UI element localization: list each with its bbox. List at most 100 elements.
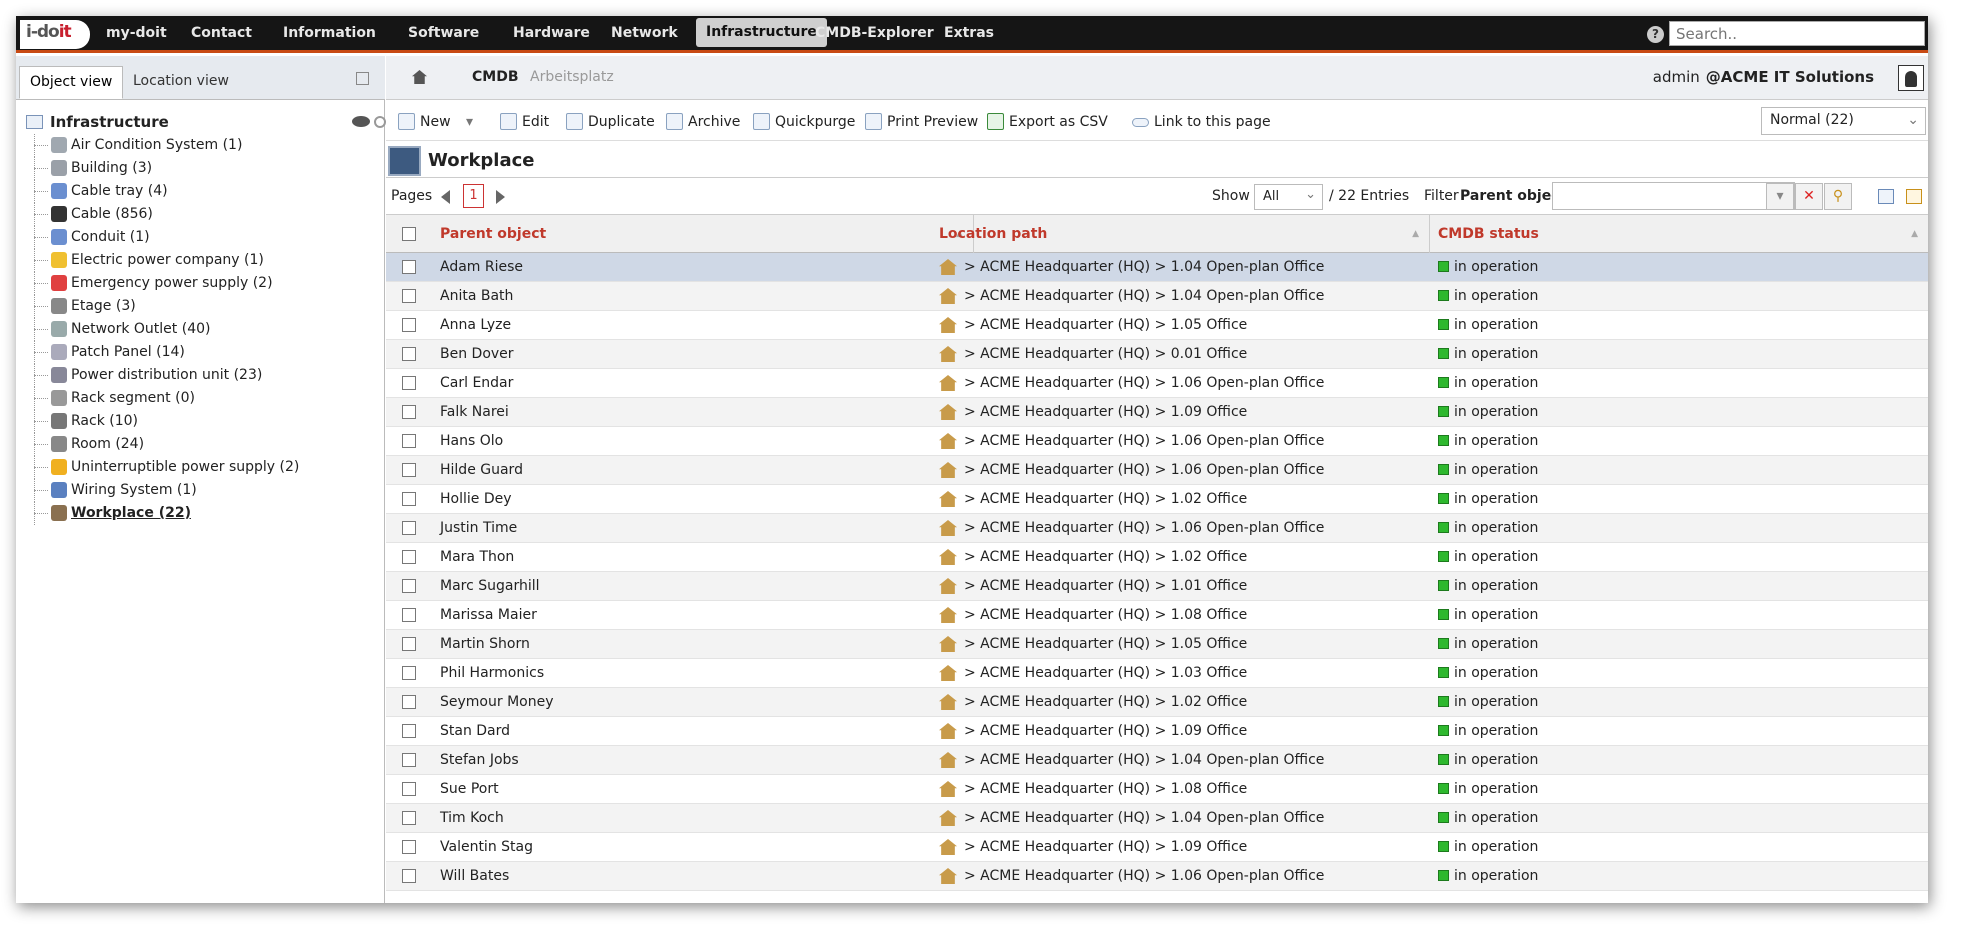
cell-parent-object[interactable]: Hollie Dey [440, 485, 512, 514]
tree-item[interactable]: Building (3) [24, 157, 379, 180]
cell-parent-object[interactable]: Anita Bath [440, 282, 513, 311]
cell-parent-object[interactable]: Adam Riese [440, 253, 523, 282]
tree-item[interactable]: Uninterruptible power supply (2) [24, 456, 379, 479]
table-row[interactable]: Hans Olo > ACME Headquarter (HQ) > 1.06 O… [386, 427, 1928, 456]
print-preview-button[interactable]: Print Preview [865, 112, 978, 132]
tree-item[interactable]: Rack segment (0) [24, 387, 379, 410]
table-row[interactable]: Justin Time > ACME Headquarter (HQ) > 1.0… [386, 514, 1928, 543]
tree-item[interactable]: Cable tray (4) [24, 180, 379, 203]
nav-my-doit[interactable]: my-doit [96, 16, 177, 50]
table-row[interactable]: Ben Dover > ACME Headquarter (HQ) > 0.01 … [386, 340, 1928, 369]
table-row[interactable]: Falk Narei > ACME Headquarter (HQ) > 1.09… [386, 398, 1928, 427]
cell-parent-object[interactable]: Martin Shorn [440, 630, 530, 659]
nav-information[interactable]: Information [273, 16, 386, 50]
tree-item[interactable]: Patch Panel (14) [24, 341, 379, 364]
cell-parent-object[interactable]: Phil Harmonics [440, 659, 544, 688]
table-row[interactable]: Will Bates > ACME Headquarter (HQ) > 1.06… [386, 862, 1928, 891]
table-row[interactable]: Anita Bath > ACME Headquarter (HQ) > 1.04… [386, 282, 1928, 311]
row-checkbox[interactable] [402, 869, 416, 883]
cell-parent-object[interactable]: Valentin Stag [440, 833, 533, 862]
table-row[interactable]: Marissa Maier > ACME Headquarter (HQ) > 1… [386, 601, 1928, 630]
eye-icon[interactable] [352, 116, 370, 127]
table-row[interactable]: Adam Riese > ACME Headquarter (HQ) > 1.04… [386, 253, 1928, 282]
tree-item[interactable]: Cable (856) [24, 203, 379, 226]
row-checkbox[interactable] [402, 347, 416, 361]
row-checkbox[interactable] [402, 753, 416, 767]
row-checkbox[interactable] [402, 782, 416, 796]
cell-parent-object[interactable]: Tim Koch [440, 804, 504, 833]
new-button[interactable]: New [398, 112, 451, 132]
nav-hardware[interactable]: Hardware [503, 16, 600, 50]
page-number[interactable]: 1 [463, 184, 484, 208]
duplicate-button[interactable]: Duplicate [566, 112, 655, 132]
row-checkbox[interactable] [402, 376, 416, 390]
export-csv-button[interactable]: Export as CSV [987, 112, 1108, 132]
table-row[interactable]: Seymour Money > ACME Headquarter (HQ) > 1… [386, 688, 1928, 717]
i-doit-logo[interactable]: i-doit [20, 20, 90, 49]
nav-network[interactable]: Network [601, 16, 688, 50]
tree-root[interactable]: Infrastructure [24, 112, 386, 134]
filter-dropdown-icon[interactable]: ▾ [1766, 183, 1794, 210]
row-checkbox[interactable] [402, 463, 416, 477]
nav-extras[interactable]: Extras [934, 16, 1004, 50]
table-row[interactable]: Hollie Dey > ACME Headquarter (HQ) > 1.02… [386, 485, 1928, 514]
new-dropdown-icon[interactable]: ▾ [466, 112, 473, 132]
cell-parent-object[interactable]: Hilde Guard [440, 456, 523, 485]
home-icon[interactable] [412, 70, 427, 84]
table-row[interactable]: Anna Lyze > ACME Headquarter (HQ) > 1.05 … [386, 311, 1928, 340]
row-checkbox[interactable] [402, 666, 416, 680]
cell-parent-object[interactable]: Sue Port [440, 775, 499, 804]
row-checkbox[interactable] [402, 492, 416, 506]
breadcrumb-cmdb[interactable]: CMDB [472, 69, 519, 85]
tab-location-view[interactable]: Location view [123, 66, 239, 99]
tree-item[interactable]: Etage (3) [24, 295, 379, 318]
tree-item[interactable]: Emergency power supply (2) [24, 272, 379, 295]
table-row[interactable]: Stefan Jobs > ACME Headquarter (HQ) > 1.0… [386, 746, 1928, 775]
cell-parent-object[interactable]: Seymour Money [440, 688, 553, 717]
table-row[interactable]: Phil Harmonics > ACME Headquarter (HQ) > … [386, 659, 1928, 688]
cell-parent-object[interactable]: Stan Dard [440, 717, 510, 746]
table-row[interactable]: Carl Endar > ACME Headquarter (HQ) > 1.06… [386, 369, 1928, 398]
cell-parent-object[interactable]: Anna Lyze [440, 311, 511, 340]
filter-input[interactable] [1552, 182, 1795, 210]
tree-item[interactable]: Workplace (22) [24, 502, 379, 525]
clear-filter-icon[interactable]: ✕ [1795, 183, 1823, 210]
row-checkbox[interactable] [402, 811, 416, 825]
prev-page-icon[interactable] [441, 190, 450, 204]
avatar[interactable] [1898, 65, 1924, 91]
row-checkbox[interactable] [402, 521, 416, 535]
row-checkbox[interactable] [402, 289, 416, 303]
cell-parent-object[interactable]: Mara Thon [440, 543, 514, 572]
table-row[interactable]: Stan Dard > ACME Headquarter (HQ) > 1.09 … [386, 717, 1928, 746]
tree-item[interactable]: Power distribution unit (23) [24, 364, 379, 387]
tree-item[interactable]: Rack (10) [24, 410, 379, 433]
column-location-path[interactable]: Location path ▲ [933, 215, 1430, 253]
column-parent-object[interactable]: Parent object ▲ [434, 215, 974, 253]
row-checkbox[interactable] [402, 637, 416, 651]
popout-icon[interactable] [356, 72, 369, 85]
help-icon[interactable]: ? [1647, 26, 1664, 43]
row-checkbox[interactable] [402, 579, 416, 593]
tree-item[interactable]: Wiring System (1) [24, 479, 379, 502]
cell-parent-object[interactable]: Carl Endar [440, 369, 513, 398]
search-icon[interactable]: ⚲ [1824, 183, 1852, 210]
table-row[interactable]: Valentin Stag > ACME Headquarter (HQ) > 1… [386, 833, 1928, 862]
table-row[interactable]: Martin Shorn > ACME Headquarter (HQ) > 1.… [386, 630, 1928, 659]
row-checkbox[interactable] [402, 608, 416, 622]
nav-cmdb-explorer[interactable]: CMDB-Explorer [805, 16, 944, 50]
search-icon[interactable] [374, 116, 386, 128]
nav-software[interactable]: Software [398, 16, 489, 50]
tree-item[interactable]: Electric power company (1) [24, 249, 379, 272]
quickpurge-button[interactable]: Quickpurge [753, 112, 855, 132]
row-checkbox[interactable] [402, 318, 416, 332]
row-checkbox[interactable] [402, 724, 416, 738]
view-select[interactable]: Normal (22) ⌄ [1761, 107, 1926, 135]
table-row[interactable]: Mara Thon > ACME Headquarter (HQ) > 1.02 … [386, 543, 1928, 572]
column-cmdb-status[interactable]: CMDB status ▲ [1432, 215, 1928, 253]
table-row[interactable]: Sue Port > ACME Headquarter (HQ) > 1.08 O… [386, 775, 1928, 804]
row-checkbox[interactable] [402, 405, 416, 419]
cell-parent-object[interactable]: Will Bates [440, 862, 509, 891]
tree-item[interactable]: Network Outlet (40) [24, 318, 379, 341]
cell-parent-object[interactable]: Marissa Maier [440, 601, 537, 630]
list-view-icon[interactable] [1878, 189, 1894, 204]
